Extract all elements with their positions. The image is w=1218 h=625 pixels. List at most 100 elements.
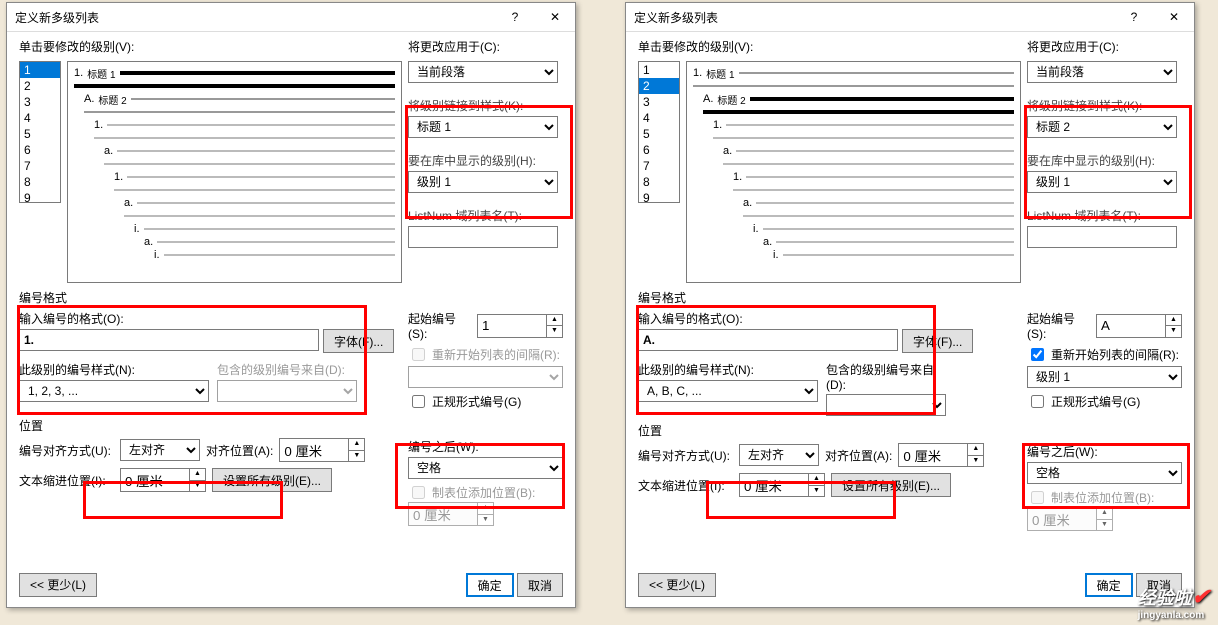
- formal-checkbox[interactable]: [1031, 395, 1044, 408]
- start-at-spinner[interactable]: ▲▼: [477, 314, 563, 338]
- align-label: 编号对齐方式(U):: [19, 442, 114, 459]
- num-format-group: 编号格式: [19, 289, 563, 306]
- align-select[interactable]: 左对齐: [120, 439, 200, 461]
- titlebar: 定义新多级列表 ? ✕: [626, 3, 1194, 32]
- start-at-label: 起始编号(S):: [408, 310, 473, 341]
- tab-pos-label: 制表位添加位置(B):: [1051, 489, 1154, 506]
- level-item[interactable]: 2: [20, 78, 60, 94]
- close-button[interactable]: ✕: [1154, 3, 1194, 31]
- align-pos-spinner[interactable]: ▲▼: [279, 438, 365, 462]
- level-item[interactable]: 3: [20, 94, 60, 110]
- cancel-button[interactable]: 取消: [517, 573, 563, 597]
- format-input[interactable]: [19, 329, 319, 351]
- indent-label: 文本缩进位置(I):: [19, 472, 114, 489]
- apply-to-label: 将更改应用于(C):: [1027, 38, 1182, 55]
- level-item[interactable]: 3: [639, 94, 679, 110]
- enter-format-label: 输入编号的格式(O):: [638, 310, 1019, 327]
- help-button[interactable]: ?: [495, 3, 535, 31]
- start-at-label: 起始编号(S):: [1027, 310, 1092, 341]
- position-group: 位置: [638, 422, 1182, 439]
- dialog-title: 定义新多级列表: [626, 9, 1114, 26]
- tab-pos-checkbox: [1031, 491, 1044, 504]
- indent-spinner[interactable]: ▲▼: [739, 473, 825, 497]
- help-button[interactable]: ?: [1114, 3, 1154, 31]
- click-level-label: 单击要修改的级别(V):: [638, 38, 1027, 55]
- tab-pos-spinner: ▲▼: [408, 502, 494, 526]
- level-item[interactable]: 5: [639, 126, 679, 142]
- style-label: 此级别的编号样式(N):: [638, 361, 818, 378]
- position-group: 位置: [19, 417, 563, 434]
- format-input[interactable]: [638, 329, 898, 351]
- num-format-group: 编号格式: [638, 289, 1182, 306]
- level-list[interactable]: 1 2 3 4 5 6 7 8 9: [19, 61, 61, 203]
- style-select[interactable]: A, B, C, ...: [638, 380, 818, 402]
- link-style-select[interactable]: 标题 1: [408, 116, 558, 138]
- dialog-right: 定义新多级列表 ? ✕ 单击要修改的级别(V): 将更改应用于(C): 1 2 …: [625, 2, 1195, 608]
- level-item[interactable]: 8: [20, 174, 60, 190]
- listnum-label: ListNum 域列表名(T):: [408, 207, 563, 224]
- level-item[interactable]: 7: [639, 158, 679, 174]
- less-button[interactable]: << 更少(L): [638, 573, 716, 597]
- dialog-left: 定义新多级列表 ? ✕ 单击要修改的级别(V): 将更改应用于(C): 1 2 …: [6, 2, 576, 608]
- level-item[interactable]: 1: [20, 62, 60, 78]
- link-style-select[interactable]: 标题 2: [1027, 116, 1177, 138]
- listnum-input[interactable]: [1027, 226, 1177, 248]
- include-from-label: 包含的级别编号来自(D):: [217, 361, 357, 378]
- level-item[interactable]: 9: [20, 190, 60, 203]
- start-at-spinner[interactable]: ▲▼: [1096, 314, 1182, 338]
- align-pos-label: 对齐位置(A):: [825, 447, 892, 464]
- listnum-input[interactable]: [408, 226, 558, 248]
- formal-checkbox[interactable]: [412, 395, 425, 408]
- set-all-button[interactable]: 设置所有级别(E)...: [212, 468, 332, 492]
- ok-button[interactable]: 确定: [466, 573, 514, 597]
- level-item[interactable]: 6: [20, 142, 60, 158]
- show-level-select[interactable]: 级别 1: [408, 171, 558, 193]
- after-num-select[interactable]: 空格: [408, 457, 563, 479]
- dialog-title: 定义新多级列表: [7, 9, 495, 26]
- formal-label: 正规形式编号(G): [1051, 393, 1140, 410]
- style-label: 此级别的编号样式(N):: [19, 361, 209, 378]
- show-level-label: 要在库中显示的级别(H):: [408, 152, 563, 169]
- style-select[interactable]: 1, 2, 3, ...: [19, 380, 209, 402]
- level-item[interactable]: 6: [639, 142, 679, 158]
- after-num-label: 编号之后(W):: [1027, 443, 1182, 460]
- set-all-button[interactable]: 设置所有级别(E)...: [831, 473, 951, 497]
- align-select[interactable]: 左对齐: [739, 444, 819, 466]
- close-button[interactable]: ✕: [535, 3, 575, 31]
- apply-to-select[interactable]: 当前段落: [408, 61, 558, 83]
- align-pos-spinner[interactable]: ▲▼: [898, 443, 984, 467]
- restart-label: 重新开始列表的间隔(R):: [432, 346, 560, 363]
- include-from-select[interactable]: [826, 394, 946, 416]
- listnum-label: ListNum 域列表名(T):: [1027, 207, 1182, 224]
- font-button[interactable]: 字体(F)...: [323, 329, 394, 353]
- restart-level-select: [408, 366, 563, 388]
- align-pos-label: 对齐位置(A):: [206, 442, 273, 459]
- font-button[interactable]: 字体(F)...: [902, 329, 973, 353]
- level-item[interactable]: 7: [20, 158, 60, 174]
- apply-to-select[interactable]: 当前段落: [1027, 61, 1177, 83]
- link-style-label: 将级别链接到样式(K):: [408, 97, 563, 114]
- level-item[interactable]: 4: [639, 110, 679, 126]
- tab-pos-spinner: ▲▼: [1027, 507, 1113, 531]
- apply-to-label: 将更改应用于(C):: [408, 38, 563, 55]
- restart-level-select[interactable]: 级别 1: [1027, 366, 1182, 388]
- level-item[interactable]: 4: [20, 110, 60, 126]
- level-item[interactable]: 9: [639, 190, 679, 203]
- indent-label: 文本缩进位置(I):: [638, 477, 733, 494]
- level-item[interactable]: 5: [20, 126, 60, 142]
- level-item[interactable]: 1: [639, 62, 679, 78]
- level-item[interactable]: 2: [639, 78, 679, 94]
- restart-checkbox[interactable]: [1031, 348, 1044, 361]
- after-num-label: 编号之后(W):: [408, 438, 563, 455]
- formal-label: 正规形式编号(G): [432, 393, 521, 410]
- include-from-select: [217, 380, 357, 402]
- ok-button[interactable]: 确定: [1085, 573, 1133, 597]
- level-item[interactable]: 8: [639, 174, 679, 190]
- align-label: 编号对齐方式(U):: [638, 447, 733, 464]
- enter-format-label: 输入编号的格式(O):: [19, 310, 400, 327]
- less-button[interactable]: << 更少(L): [19, 573, 97, 597]
- indent-spinner[interactable]: ▲▼: [120, 468, 206, 492]
- after-num-select[interactable]: 空格: [1027, 462, 1182, 484]
- level-list[interactable]: 1 2 3 4 5 6 7 8 9: [638, 61, 680, 203]
- show-level-select[interactable]: 级别 1: [1027, 171, 1177, 193]
